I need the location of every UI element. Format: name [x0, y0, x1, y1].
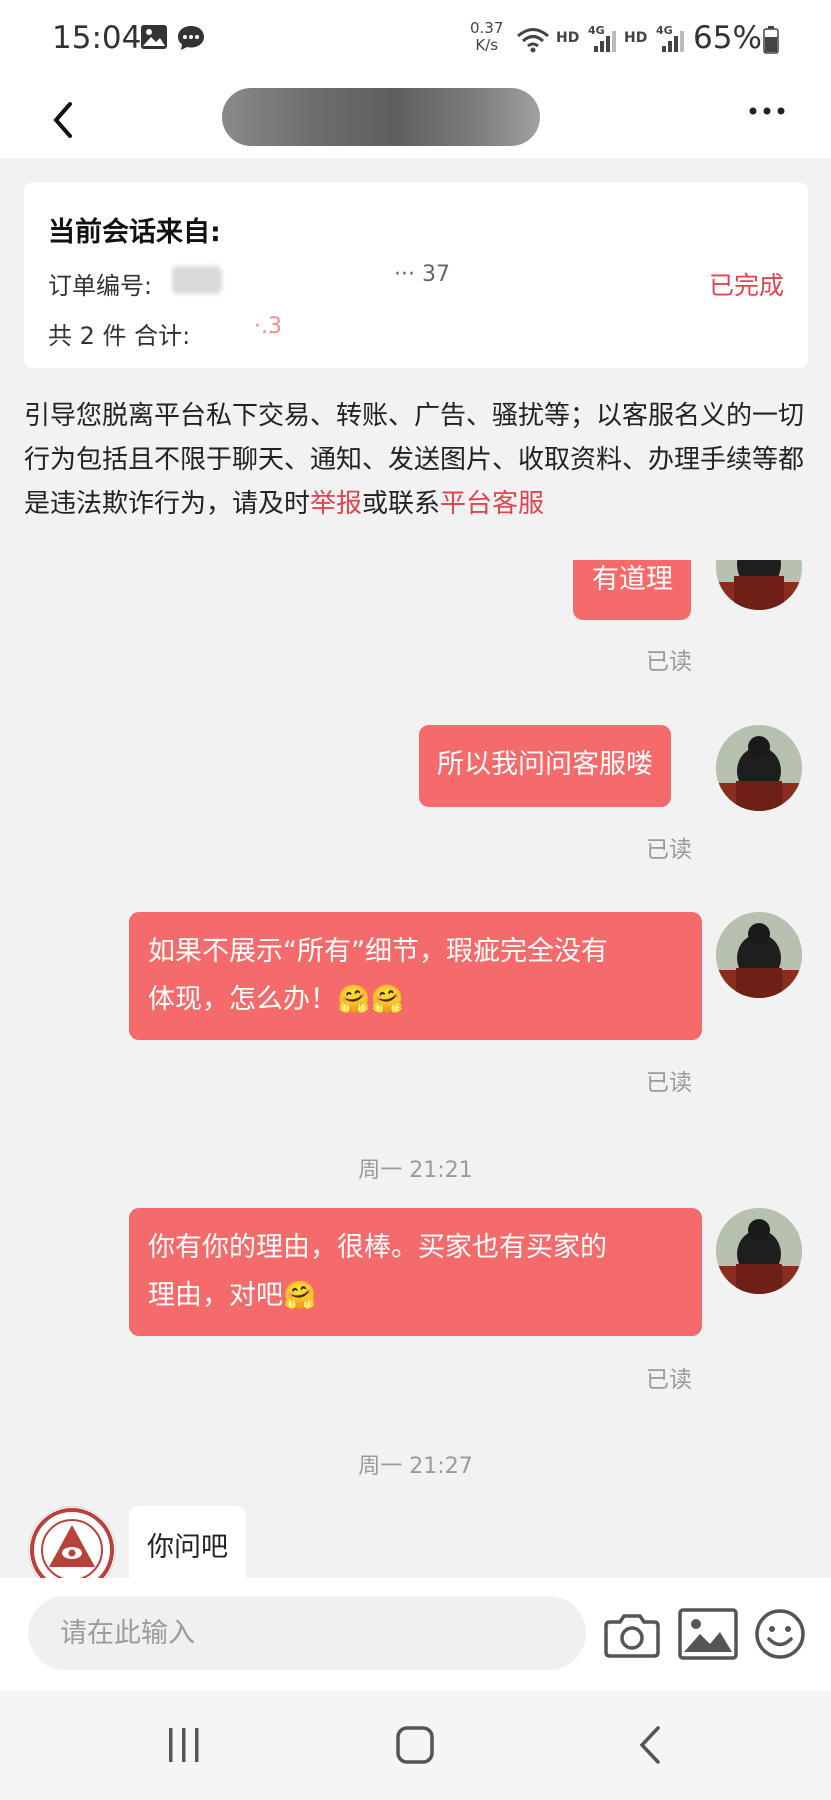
battery-percent: 65% [693, 20, 762, 56]
message-notification-icon [178, 26, 204, 50]
avatar[interactable] [716, 725, 802, 811]
gallery-notification-icon [141, 25, 167, 49]
order-summary-label: 共 2 件 合计: [48, 322, 191, 350]
hd-label-2: HD [624, 30, 648, 46]
network-speed: 0.37 K/s [470, 19, 504, 54]
image-icon[interactable] [678, 1608, 738, 1660]
input-bar [0, 1578, 831, 1690]
camera-icon[interactable] [604, 1612, 660, 1658]
order-status: 已完成 [708, 271, 784, 300]
timestamp: 周一 21:21 [358, 1158, 473, 1183]
contact-name-redacted [222, 88, 540, 146]
signal-icon-2 [662, 31, 684, 52]
read-status: 已读 [646, 837, 692, 863]
order-card-heading: 当前会话来自: [48, 217, 221, 248]
message-text: 有道理 [592, 564, 673, 595]
avatar[interactable] [716, 560, 802, 610]
shop-logo-icon [30, 1508, 114, 1578]
message-bubble[interactable]: 你问吧 [129, 1506, 246, 1578]
message-text-line: 体现，怎么办！🤗🤗 [148, 984, 405, 1015]
read-status: 已读 [646, 649, 692, 675]
timestamp: 周一 21:27 [358, 1454, 473, 1479]
back-icon[interactable] [636, 1724, 664, 1766]
order-number-partial: ··· 37 [394, 262, 450, 287]
more-horizontal-icon[interactable] [748, 106, 786, 116]
read-status: 已读 [646, 1070, 692, 1096]
order-total-partial: ·.3 [254, 314, 282, 339]
message-bubble[interactable]: 所以我问问客服喽 [419, 725, 671, 807]
message-bubble[interactable]: 你有你的理由，很棒。买家也有买家的 理由，对吧🤗 [129, 1208, 702, 1336]
message-text-line: 如果不展示“所有”细节，瑕疵完全没有 [148, 936, 608, 967]
order-number-redacted [172, 266, 222, 294]
wifi-icon [517, 28, 549, 53]
recents-icon[interactable] [166, 1726, 202, 1764]
order-card[interactable]: 当前会话来自: 订单编号: ··· 37 已完成 共 2 件 合计: ·.3 [24, 182, 808, 368]
read-status: 已读 [646, 1367, 692, 1393]
user-avatar-icon [716, 1208, 802, 1294]
avatar[interactable] [716, 912, 802, 998]
avatar[interactable] [716, 1208, 802, 1294]
home-icon[interactable] [396, 1726, 434, 1764]
smiley-icon[interactable] [754, 1608, 806, 1660]
message-input[interactable] [28, 1596, 586, 1670]
message-text-line: 理由，对吧🤗 [148, 1280, 317, 1311]
report-link[interactable]: 举报 [310, 489, 362, 519]
battery-icon [763, 26, 779, 54]
message-text-line: 你有你的理由，很棒。买家也有买家的 [148, 1232, 607, 1263]
message-text: 所以我问问客服喽 [437, 749, 653, 780]
system-navigation-bar [0, 1690, 831, 1800]
hd-label-1: HD [556, 30, 580, 46]
warning-connector: 或联系 [362, 489, 441, 519]
message-bubble[interactable]: 如果不展示“所有”细节，瑕疵完全没有 体现，怎么办！🤗🤗 [129, 912, 702, 1040]
avatar[interactable] [28, 1506, 116, 1578]
order-number-label: 订单编号: [48, 272, 153, 300]
signal-icon-1 [594, 31, 616, 52]
status-time: 15:04 [52, 20, 142, 56]
chat-area[interactable]: 有道理 已读 所以我问问客服喽 已读 如果不展示“所有”细节，瑕疵完全没有 体现… [0, 560, 831, 1578]
message-text: 你问吧 [147, 1532, 228, 1563]
user-avatar-icon [716, 725, 802, 811]
status-bar: 15:04 0.37 K/s HD 4G HD 4G 65% [0, 0, 831, 80]
chevron-left-icon[interactable] [50, 100, 78, 140]
message-bubble[interactable]: 有道理 [573, 560, 691, 620]
user-avatar-icon [716, 912, 802, 998]
customer-service-link[interactable]: 平台客服 [440, 489, 544, 519]
fraud-warning: 引导您脱离平台私下交易、转账、广告、骚扰等；以客服名义的一切行为包括且不限于聊天… [24, 394, 814, 526]
user-avatar-icon [716, 560, 802, 610]
